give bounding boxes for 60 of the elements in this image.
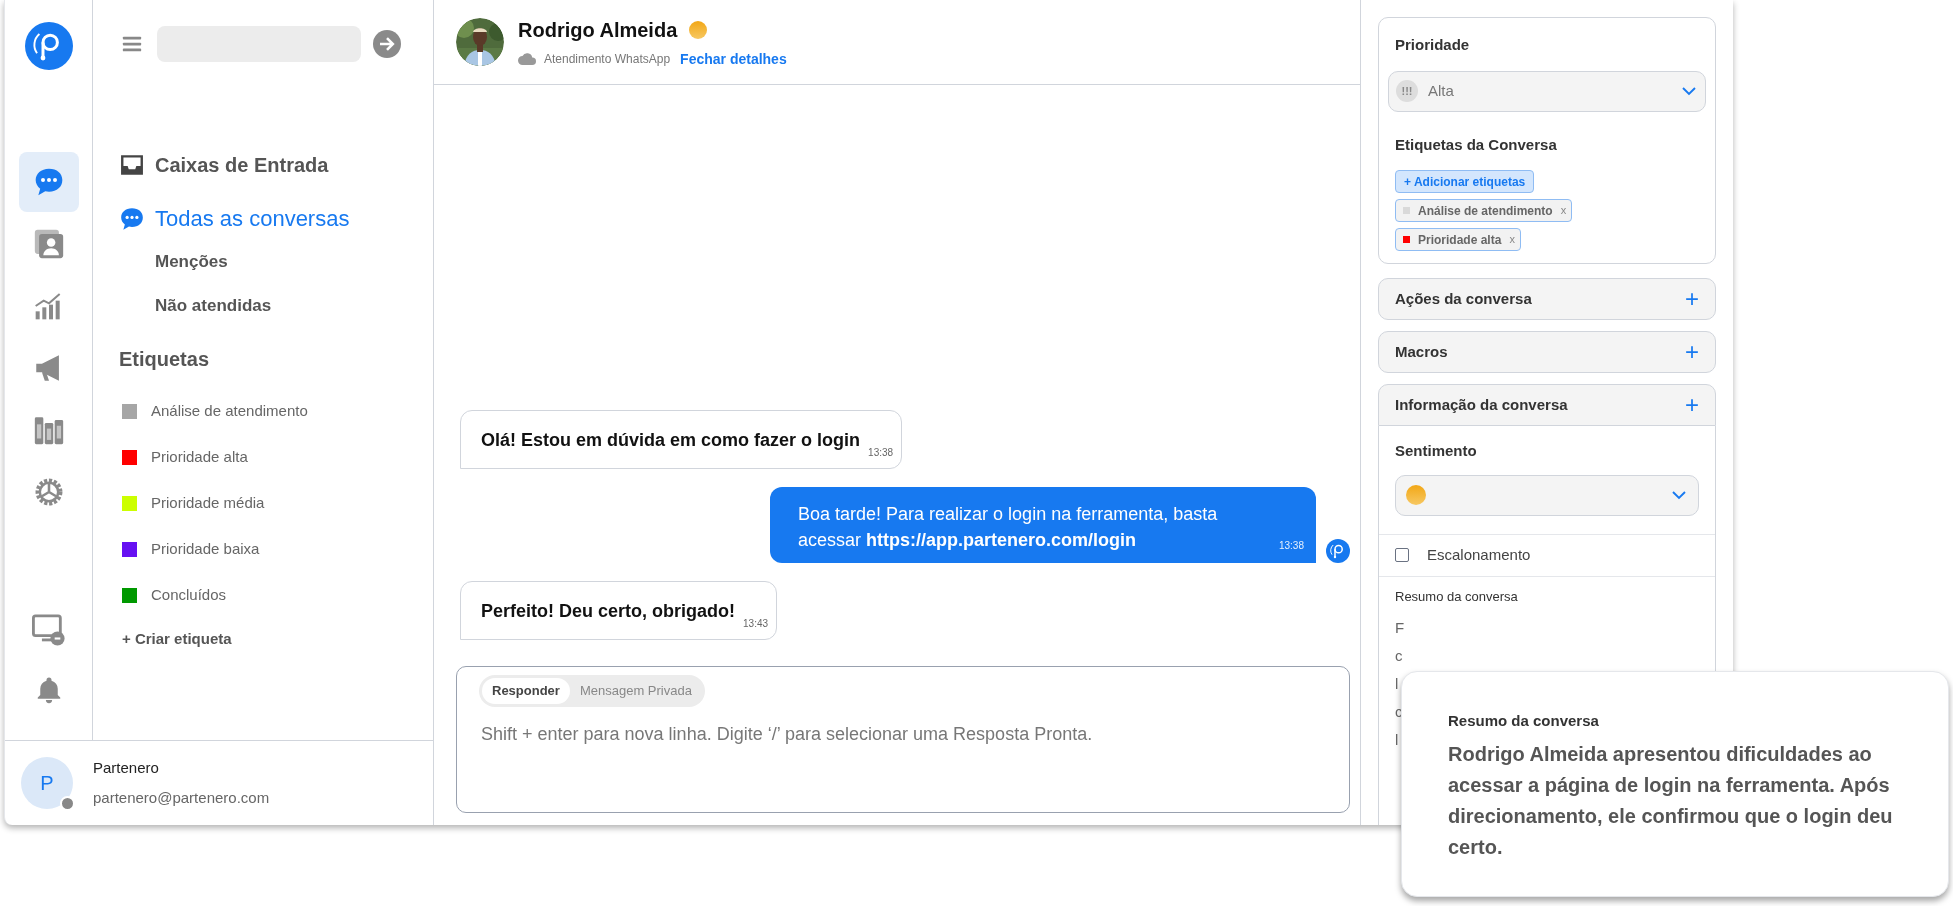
section-header[interactable]: Macros + (1378, 331, 1716, 373)
message-input[interactable]: Shift + enter para nova linha. Digite ‘/’ para selecionar uma Resposta Pronta. (479, 720, 1327, 748)
message-text: Perfeito! Deu certo, obrigado! (481, 600, 736, 623)
summary-text: c (1395, 646, 1403, 666)
remove-tag-button[interactable]: x (1509, 231, 1515, 248)
user-name: Partenero (93, 757, 160, 778)
contact-name: Rodrigo Almeida (518, 17, 678, 43)
select-value: Alta (1428, 80, 1455, 101)
message-text: Olá! Estou em dúvida em como fazer o login (481, 429, 861, 452)
label-link[interactable]: Concluídos (151, 583, 227, 607)
message-time: 13:43 (743, 617, 769, 631)
nav-link[interactable]: Menções (155, 249, 228, 275)
plus-icon: + (1685, 340, 1699, 364)
summary-text: l (1395, 730, 1399, 750)
label-link[interactable]: Prioridade média (151, 491, 265, 515)
arrow-right-icon[interactable] (373, 30, 401, 58)
remove-tag-button[interactable]: x (1560, 202, 1567, 219)
tooltip-text: Rodrigo Almeida apresentou dificuldades ao acessar a página de login na ferramenta. Após direcionamento, ele confirmou que o login deu certo. (1448, 741, 1894, 860)
nav-link[interactable]: Não atendidas (155, 292, 272, 318)
composer-tab[interactable]: Responder (482, 678, 570, 704)
create-label-link[interactable]: + Criar etiqueta (119, 628, 232, 651)
priority-badge: !!! (1396, 80, 1418, 102)
summary-text: F (1395, 618, 1405, 638)
field-label: Prioridade (1394, 35, 1471, 55)
summary-text: l (1395, 674, 1399, 694)
checkbox-label: Escalonamento (1427, 544, 1531, 565)
user-avatar: P (21, 757, 73, 809)
label-link[interactable]: Prioridade alta (151, 445, 248, 469)
label-link[interactable]: Prioridade baixa (151, 537, 260, 561)
checkbox[interactable] (1395, 548, 1409, 562)
message-text: Boa tarde! Para realizar o login na ferramenta, basta acessar https://app.partenero.com/login (798, 503, 1219, 552)
inbox-tray-icon (119, 152, 145, 178)
inbox-heading[interactable]: Caixas de Entrada (155, 150, 329, 180)
chat-bubble-icon (119, 205, 145, 232)
cloud-icon (518, 53, 536, 65)
section-header[interactable]: Informação da conversa + (1378, 384, 1716, 426)
field-label: Resumo da conversa (1395, 587, 1519, 606)
tag-label: Análise de atendimento (1418, 202, 1553, 220)
message-time: 13:38 (1278, 539, 1304, 553)
section-header[interactable]: Ações da conversa + (1378, 278, 1716, 320)
agent-avatar-icon (1326, 539, 1350, 563)
add-tag-button[interactable]: + Adicionar etiquetas (1395, 170, 1535, 193)
close-details-link[interactable]: Fechar detalhes (680, 48, 787, 70)
tag-label: Prioridade alta (1418, 231, 1502, 249)
logo-icon (24, 22, 73, 70)
nav-link[interactable]: Todas as conversas (155, 202, 350, 235)
field-label: Sentimento (1395, 441, 1478, 461)
composer-tab[interactable]: Mensagem Privada (569, 678, 702, 704)
user-email: partenero@partenero.com (93, 788, 270, 808)
message-time: 13:38 (868, 446, 894, 460)
priority-select[interactable]: !!! Alta (1388, 70, 1706, 112)
section-heading: Etiquetas (119, 347, 211, 372)
rail-button[interactable] (18, 152, 79, 212)
plus-icon: + (1685, 393, 1699, 417)
label-link[interactable]: Análise de atendimento (151, 399, 308, 423)
tooltip-title: Resumo da conversa (1448, 711, 1600, 731)
channel-label: Atendimento WhatsApp (544, 51, 671, 68)
monitor-icon (31, 613, 66, 647)
field-label: Etiquetas da Conversa (1394, 134, 1558, 155)
plus-icon: + (1685, 287, 1699, 311)
